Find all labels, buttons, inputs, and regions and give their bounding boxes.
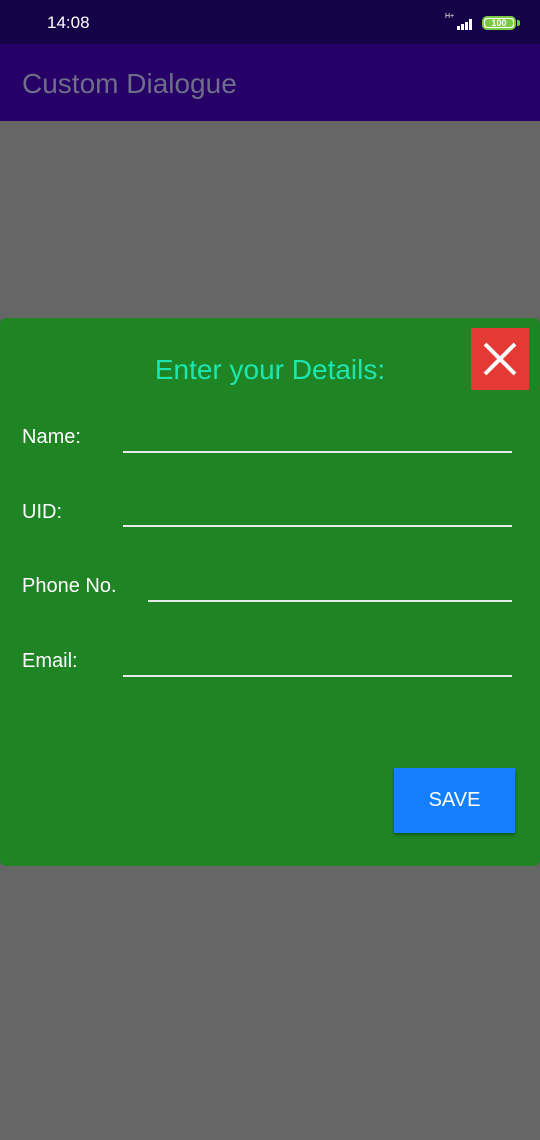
status-time: 14:08 — [47, 13, 90, 32]
phone-label: Phone No. — [22, 575, 117, 597]
uid-field[interactable] — [123, 496, 512, 526]
battery-icon: 100 — [482, 16, 516, 30]
email-field[interactable] — [123, 646, 512, 676]
phone-field-underline — [148, 600, 512, 602]
dialog-title: Enter your Details: — [154, 354, 386, 385]
save-button[interactable]: SAVE — [394, 768, 515, 833]
custom-dialog: Enter your Details: Name: UID: Phone No.… — [0, 318, 540, 866]
phone-field[interactable] — [148, 571, 512, 601]
uid-label: UID: — [22, 501, 62, 523]
name-label: Name: — [22, 426, 81, 448]
app-title: Custom Dialogue — [22, 68, 237, 99]
battery-level: 100 — [485, 19, 513, 28]
uid-field-underline — [123, 525, 512, 527]
email-field-underline — [123, 675, 512, 677]
email-label: Email: — [22, 650, 78, 672]
battery-tip — [517, 20, 520, 26]
name-field[interactable] — [123, 422, 512, 452]
name-field-underline — [123, 451, 512, 453]
status-bar: 14:08 H+ 100 — [0, 0, 540, 44]
app-bar: Custom Dialogue — [0, 44, 540, 121]
signal-icon — [453, 16, 475, 30]
